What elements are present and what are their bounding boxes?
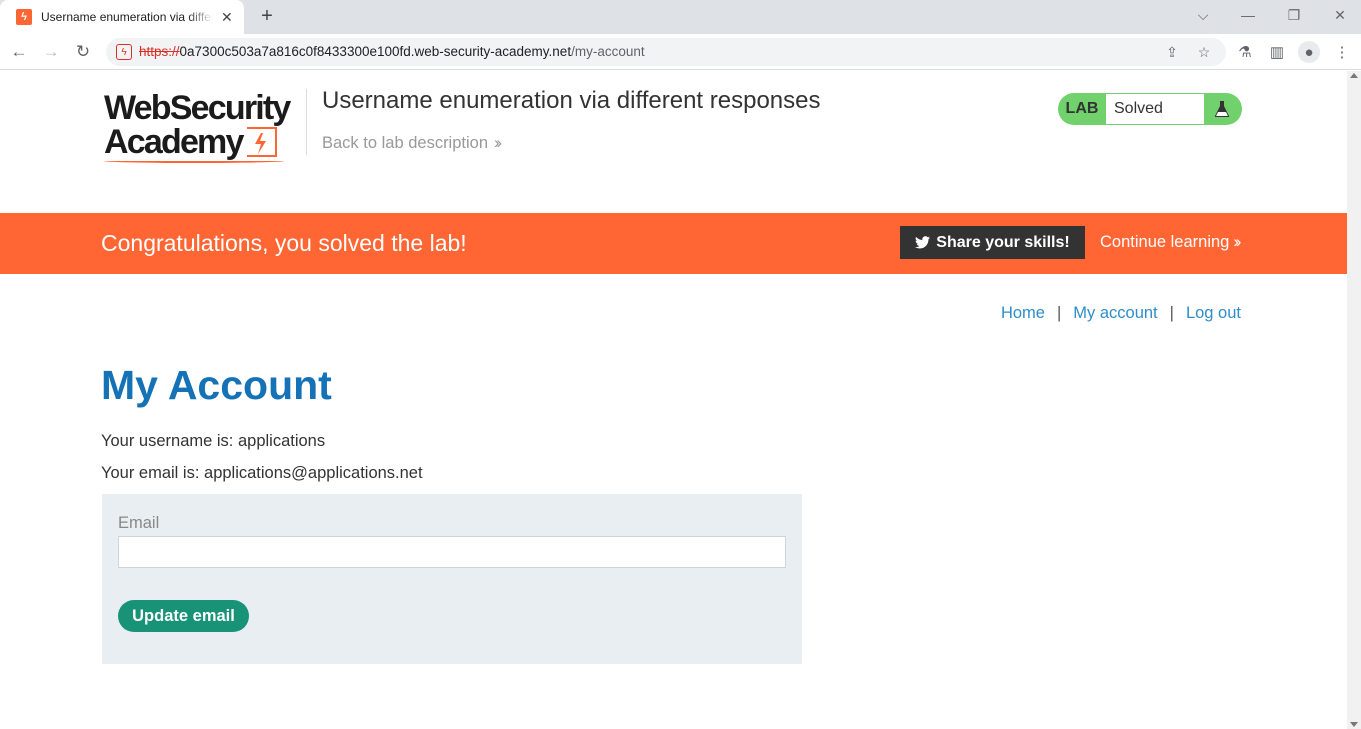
back-arrow-icon[interactable]: ← xyxy=(7,40,31,64)
logo-swoosh xyxy=(104,159,284,163)
flask-icon xyxy=(1204,100,1240,118)
labs-flask-icon[interactable]: ⚗ xyxy=(1234,41,1256,63)
lab-title: Username enumeration via different respo… xyxy=(322,87,821,114)
scroll-down-arrow-icon[interactable] xyxy=(1350,722,1358,727)
lab-status-text: Solved xyxy=(1106,94,1204,124)
window-close-icon[interactable]: ✕ xyxy=(1325,4,1355,26)
continue-learning-link[interactable]: Continue learning ›› xyxy=(1100,233,1241,252)
address-bar[interactable]: ϟ https://0a7300c503a7a816c0f8433300e100… xyxy=(106,38,1226,66)
bookmark-star-icon[interactable]: ☆ xyxy=(1194,43,1214,61)
update-email-form: Email Update email xyxy=(102,494,802,664)
new-tab-icon[interactable]: + xyxy=(256,5,278,27)
not-secure-icon[interactable]: ϟ xyxy=(116,44,132,60)
tab-title: Username enumeration via different respo… xyxy=(41,10,213,24)
reload-icon[interactable]: ↻ xyxy=(71,40,95,64)
side-panel-icon[interactable]: ▥ xyxy=(1266,41,1288,63)
logo-bolt-icon xyxy=(246,127,277,157)
share-icon[interactable]: ⇪ xyxy=(1162,43,1182,61)
browser-tab-strip: ϟ Username enumeration via different res… xyxy=(0,0,1361,34)
back-to-lab-description-link[interactable]: Back to lab description ›› xyxy=(322,134,502,153)
username-info: Your username is: applications xyxy=(101,432,326,450)
lab-status-widget: LAB Solved xyxy=(1058,93,1242,125)
minimize-icon[interactable]: — xyxy=(1233,4,1263,26)
page-scrollbar[interactable] xyxy=(1347,71,1361,729)
profile-avatar-icon[interactable]: ● xyxy=(1298,41,1320,63)
web-security-academy-logo[interactable]: WebSecurity Academy xyxy=(104,91,304,163)
nav-separator: | xyxy=(1056,304,1062,322)
nav-my-account-link[interactable]: My account xyxy=(1073,304,1157,323)
nav-log-out-link[interactable]: Log out xyxy=(1186,304,1241,323)
scroll-up-arrow-icon[interactable] xyxy=(1350,73,1358,78)
portswigger-favicon-icon: ϟ xyxy=(16,9,32,25)
nav-separator: | xyxy=(1169,304,1174,322)
url-text[interactable]: https://0a7300c503a7a816c0f8433300e100fd… xyxy=(139,44,645,59)
share-skills-button[interactable]: Share your skills! xyxy=(900,226,1085,259)
lab-badge: LAB xyxy=(1065,100,1099,117)
forward-arrow-icon[interactable]: → xyxy=(39,40,63,64)
top-navigation: Home | My account | Log out xyxy=(1001,304,1241,323)
page-content: WebSecurity Academy Username enumeration… xyxy=(0,71,1347,729)
nav-home-link[interactable]: Home xyxy=(1001,304,1045,323)
tab-search-icon[interactable]: ⌵ xyxy=(1188,4,1218,26)
solved-banner: Congratulations, you solved the lab! Sha… xyxy=(0,213,1347,274)
browser-menu-icon[interactable]: ⋮ xyxy=(1331,41,1353,63)
tab-close-icon[interactable]: ✕ xyxy=(221,9,233,26)
browser-toolbar: ← → ↻ ϟ https://0a7300c503a7a816c0f84333… xyxy=(0,34,1361,70)
twitter-icon xyxy=(915,236,931,249)
email-info: Your email is: applications@applications… xyxy=(101,464,423,482)
header-divider xyxy=(306,89,307,155)
page-title: My Account xyxy=(101,362,332,408)
browser-tab[interactable]: ϟ Username enumeration via different res… xyxy=(0,0,244,34)
update-email-button[interactable]: Update email xyxy=(118,600,249,632)
email-label: Email xyxy=(118,514,160,532)
double-chevron-right-icon: ›› xyxy=(1233,233,1241,251)
restore-icon[interactable]: ❐ xyxy=(1279,4,1309,26)
double-chevron-right-icon: ›› xyxy=(494,134,502,152)
email-input[interactable] xyxy=(118,536,786,568)
congratulations-message: Congratulations, you solved the lab! xyxy=(101,230,467,256)
